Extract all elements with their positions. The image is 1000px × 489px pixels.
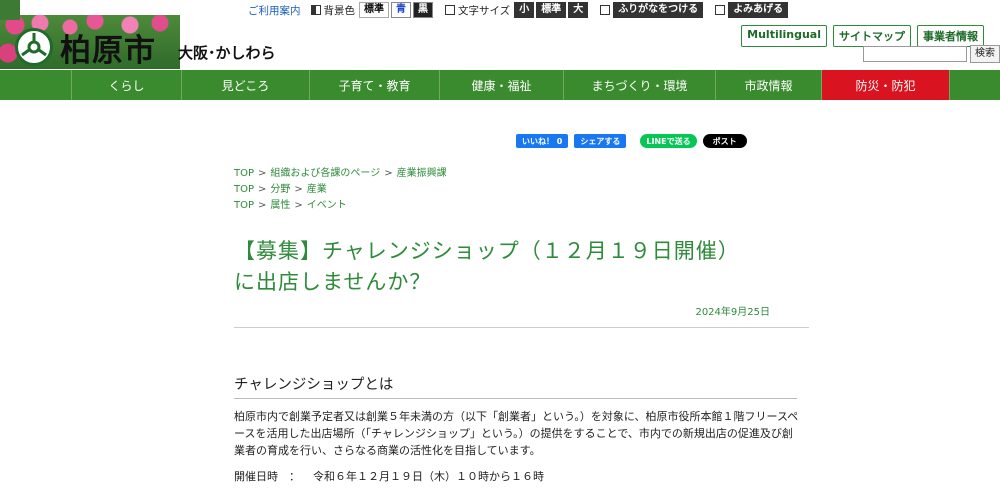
- x-post-button[interactable]: ポスト: [702, 134, 747, 148]
- background-color-label: 背景色: [323, 4, 356, 17]
- multilingual-link[interactable]: Multilingual: [741, 25, 827, 47]
- event-datetime-label: 開催日時: [234, 470, 278, 483]
- site-header: 柏原市 大阪･かしわら ご利用案内 背景色 標準 青 黒 文字サイズ 小 標準 …: [0, 0, 1000, 70]
- event-datetime-colon: ：: [289, 470, 300, 483]
- site-logo-text[interactable]: 柏原市: [60, 25, 156, 70]
- readaloud-button[interactable]: よみあげる: [728, 2, 789, 18]
- publish-date: 2024年9月25日: [695, 307, 770, 318]
- section-paragraph: 柏原市内で創業予定者又は創業５年未満の方（以下「創業者」という。）を対象に、柏原…: [234, 410, 799, 457]
- breadcrumb-link[interactable]: TOP: [234, 200, 254, 211]
- event-datetime-value: 令和６年１２月１９日（木）１０時から１６時: [313, 470, 544, 483]
- header-leaf-decoration: [0, 0, 20, 20]
- readaloud-icon: [715, 5, 726, 15]
- breadcrumb: TOP > 組織および各課のページ > 産業振興課: [234, 168, 447, 179]
- breadcrumb: TOP > 分野 > 産業: [234, 184, 327, 195]
- main-nav: くらし 見どころ 子育て・教育 健康・福祉 まちづくり・環境 市政情報 防災・防…: [0, 70, 1000, 100]
- breadcrumb: TOP > 属性 > イベント: [234, 200, 347, 211]
- facebook-like-button[interactable]: いいね！ 0: [516, 134, 569, 148]
- page-title-line1: 【募集】チャレンジショップ（１２月１９日開催）: [234, 239, 740, 263]
- furigana-button[interactable]: ふりがなをつける: [613, 2, 704, 18]
- social-buttons: いいね！ 0 シェアする LINEで送る ポスト: [516, 134, 747, 148]
- breadcrumb-link[interactable]: 産業: [307, 184, 327, 195]
- breadcrumb-link[interactable]: TOP: [234, 184, 254, 195]
- nav-item-machizukuri[interactable]: まちづくり・環境: [564, 70, 716, 100]
- bg-black-button[interactable]: 黒: [413, 2, 433, 18]
- line-share-button[interactable]: LINEで送る: [640, 134, 697, 148]
- breadcrumb-link[interactable]: 組織および各課のページ: [270, 168, 380, 179]
- font-size-icon: [445, 5, 455, 15]
- breadcrumb-link[interactable]: イベント: [307, 200, 347, 211]
- sitemap-link[interactable]: サイトマップ: [833, 25, 911, 47]
- background-color-icon: [310, 5, 321, 15]
- business-info-link[interactable]: 事業者情報: [917, 25, 984, 47]
- section-divider: [234, 398, 797, 399]
- nav-item-bosai[interactable]: 防災・防犯: [822, 70, 950, 100]
- title-divider: [234, 327, 809, 328]
- bg-blue-button[interactable]: 青: [391, 2, 411, 18]
- breadcrumb-link[interactable]: 産業振興課: [397, 168, 447, 179]
- usage-guide-link[interactable]: ご利用案内: [248, 3, 301, 18]
- event-datetime: 開催日時 ： 令和６年１２月１９日（木）１０時から１６時: [234, 468, 544, 484]
- facebook-share-button[interactable]: シェアする: [574, 134, 627, 148]
- nav-item-midokoro[interactable]: 見どころ: [182, 70, 310, 100]
- font-standard-button[interactable]: 標準: [536, 2, 567, 18]
- breadcrumb-link[interactable]: 分野: [270, 184, 290, 195]
- accessibility-toolbar: ご利用案内 背景色 標準 青 黒 文字サイズ 小 標準 大 ふりがなをつける よ…: [248, 2, 790, 18]
- bg-standard-button[interactable]: 標準: [359, 2, 389, 18]
- page-title-line2: に出店しませんか？: [234, 270, 432, 294]
- breadcrumb-link[interactable]: TOP: [234, 168, 254, 179]
- font-small-button[interactable]: 小: [514, 2, 535, 18]
- site-logo-subtitle: 大阪･かしわら: [178, 44, 276, 62]
- page-title: 【募集】チャレンジショップ（１２月１９日開催） に出店しませんか？: [234, 236, 794, 298]
- section-heading: チャレンジショップとは: [234, 377, 394, 393]
- city-emblem-icon[interactable]: [15, 28, 53, 66]
- search-input[interactable]: [863, 46, 967, 62]
- breadcrumb-link[interactable]: 属性: [270, 200, 290, 211]
- nav-item-shisei[interactable]: 市政情報: [716, 70, 822, 100]
- font-size-label: 文字サイズ: [458, 4, 511, 17]
- nav-item-kurashi[interactable]: くらし: [72, 70, 182, 100]
- font-large-button[interactable]: 大: [568, 2, 589, 18]
- breadcrumbs: TOP > 組織および各課のページ > 産業振興課 TOP > 分野 > 産業 TOP > 属性 > イ…: [234, 166, 447, 214]
- header-links: Multilingual サイトマップ 事業者情報: [741, 25, 984, 47]
- nav-item-kosodate[interactable]: 子育て・教育: [310, 70, 440, 100]
- search-button[interactable]: 検索: [970, 45, 1000, 63]
- nav-item-kenko[interactable]: 健康・福祉: [440, 70, 564, 100]
- nav-spacer: [0, 70, 72, 100]
- furigana-icon: [600, 5, 611, 15]
